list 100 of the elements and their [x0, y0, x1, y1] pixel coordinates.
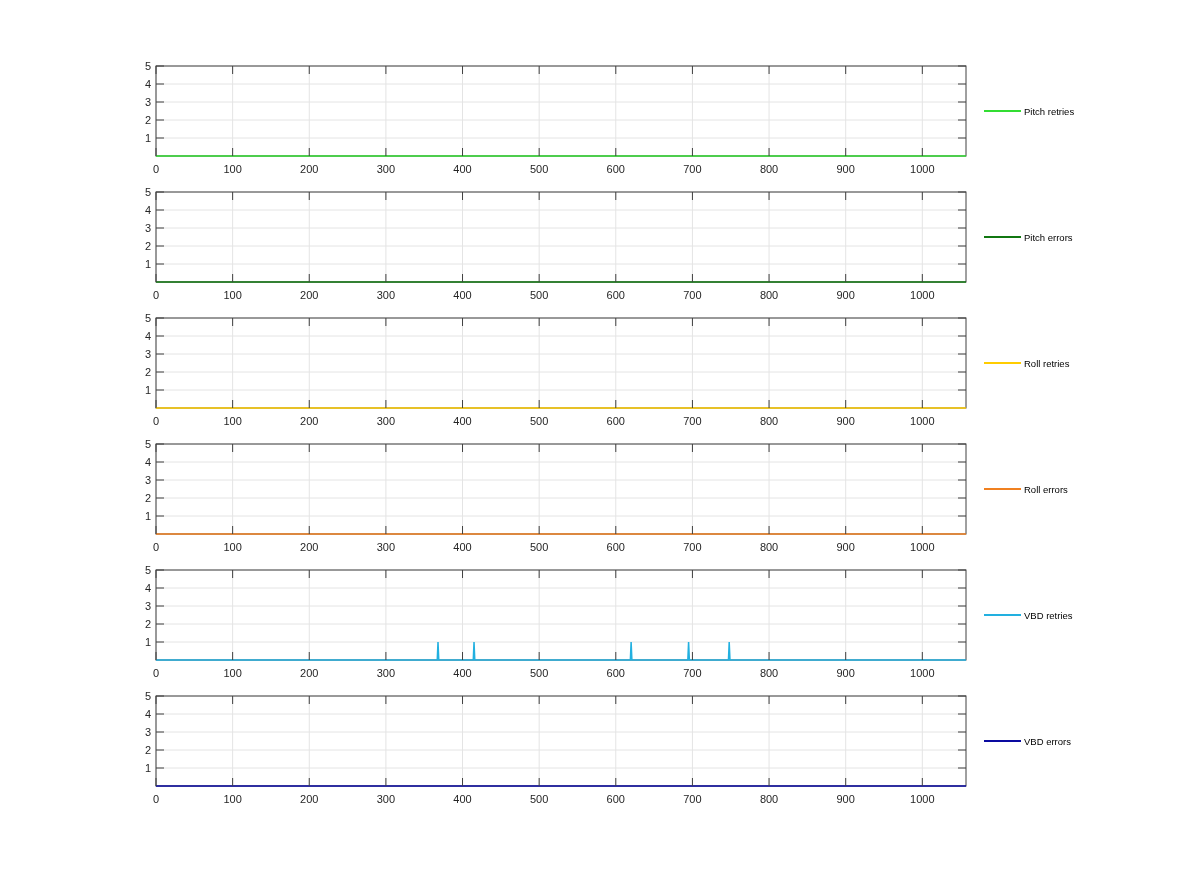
- x-tick-label: 200: [300, 667, 319, 679]
- x-tick-label: 1000: [910, 289, 935, 301]
- legend-label: Roll retries: [1024, 357, 1070, 369]
- x-tick-label: 700: [683, 163, 702, 175]
- x-tick-label: 900: [836, 667, 855, 679]
- x-tick-label: 400: [453, 289, 472, 301]
- x-tick-label: 300: [376, 541, 396, 553]
- x-tick-label: 500: [530, 667, 549, 679]
- y-tick-label: 4: [144, 708, 151, 720]
- x-tick-label: 600: [606, 793, 625, 805]
- x-tick-label: 300: [376, 163, 396, 175]
- x-tick-label: 1000: [910, 541, 935, 553]
- y-tick-label: 5: [144, 60, 151, 72]
- x-tick-label: 200: [300, 541, 319, 553]
- x-tick-label: 500: [530, 541, 549, 553]
- y-tick-label: 5: [144, 690, 151, 702]
- x-tick-label: 700: [683, 289, 702, 301]
- y-tick-label: 3: [144, 222, 151, 234]
- legend-label: Roll errors: [1024, 483, 1068, 495]
- x-tick-label: 100: [223, 667, 242, 679]
- y-tick-label: 5: [144, 438, 151, 450]
- x-tick-label: 900: [836, 163, 855, 175]
- x-tick-label: 300: [376, 289, 396, 301]
- x-tick-label: 400: [453, 667, 472, 679]
- y-tick-label: 2: [144, 744, 151, 756]
- y-tick-label: 4: [144, 582, 151, 594]
- y-tick-label: 3: [144, 474, 151, 486]
- y-tick-label: 4: [144, 204, 151, 216]
- legend-label: Pitch errors: [1024, 231, 1073, 243]
- y-tick-label: 1: [144, 132, 151, 144]
- x-tick-label: 100: [223, 541, 242, 553]
- x-tick-label: 100: [223, 415, 242, 427]
- y-tick-label: 1: [144, 510, 151, 522]
- x-tick-label: 400: [453, 163, 472, 175]
- x-tick-label: 700: [683, 415, 702, 427]
- x-tick-label: 500: [530, 289, 549, 301]
- x-tick-label: 800: [759, 289, 779, 301]
- x-tick-label: 1000: [910, 415, 935, 427]
- x-tick-label: 0: [152, 667, 160, 679]
- x-tick-label: 1000: [910, 793, 935, 805]
- y-tick-label: 2: [144, 618, 151, 630]
- y-tick-label: 3: [144, 96, 151, 108]
- x-tick-label: 600: [606, 415, 625, 427]
- y-tick-label: 4: [144, 78, 151, 90]
- x-tick-label: 500: [530, 793, 549, 805]
- x-tick-label: 900: [836, 415, 855, 427]
- x-tick-label: 800: [759, 793, 779, 805]
- y-tick-label: 2: [144, 366, 151, 378]
- x-tick-label: 200: [300, 289, 319, 301]
- x-tick-label: 200: [300, 415, 319, 427]
- x-tick-label: 600: [606, 163, 625, 175]
- y-tick-label: 3: [144, 348, 151, 360]
- x-tick-label: 0: [152, 289, 160, 301]
- x-tick-label: 400: [453, 793, 472, 805]
- x-tick-label: 100: [223, 793, 242, 805]
- x-tick-label: 700: [683, 667, 702, 679]
- x-tick-label: 800: [759, 667, 779, 679]
- y-tick-label: 1: [144, 636, 151, 648]
- x-tick-label: 0: [152, 793, 160, 805]
- legend-label: VBD retries: [1024, 609, 1073, 621]
- x-tick-label: 900: [836, 541, 855, 553]
- x-tick-label: 300: [376, 793, 396, 805]
- x-tick-label: 900: [836, 793, 855, 805]
- y-tick-label: 5: [144, 564, 151, 576]
- x-tick-label: 300: [376, 667, 396, 679]
- x-tick-label: 700: [683, 793, 702, 805]
- x-tick-label: 700: [683, 541, 702, 553]
- x-tick-label: 100: [223, 289, 242, 301]
- x-tick-label: 400: [453, 541, 472, 553]
- x-tick-label: 200: [300, 163, 319, 175]
- legend-label: VBD errors: [1024, 735, 1071, 747]
- y-tick-label: 5: [144, 312, 151, 324]
- x-tick-label: 900: [836, 289, 855, 301]
- y-tick-label: 1: [144, 258, 151, 270]
- y-tick-label: 5: [144, 186, 151, 198]
- x-tick-label: 100: [223, 163, 242, 175]
- x-tick-label: 1000: [910, 163, 935, 175]
- x-tick-label: 500: [530, 415, 549, 427]
- x-tick-label: 800: [759, 541, 779, 553]
- y-tick-label: 1: [144, 762, 151, 774]
- y-tick-label: 3: [144, 726, 151, 738]
- x-tick-label: 0: [152, 541, 160, 553]
- y-tick-label: 2: [144, 492, 151, 504]
- y-tick-label: 1: [144, 384, 151, 396]
- x-tick-label: 500: [530, 163, 549, 175]
- x-tick-label: 800: [759, 415, 779, 427]
- x-tick-label: 600: [606, 541, 625, 553]
- x-tick-label: 600: [606, 667, 625, 679]
- x-tick-label: 300: [376, 415, 396, 427]
- y-tick-label: 3: [144, 600, 151, 612]
- y-tick-label: 2: [144, 114, 151, 126]
- x-tick-label: 1000: [910, 667, 935, 679]
- y-tick-label: 4: [144, 456, 151, 468]
- x-tick-label: 600: [606, 289, 625, 301]
- x-tick-label: 200: [300, 793, 319, 805]
- y-tick-label: 2: [144, 240, 151, 252]
- legend-label: Pitch retries: [1024, 105, 1075, 117]
- x-tick-label: 0: [152, 163, 160, 175]
- x-tick-label: 0: [152, 415, 160, 427]
- x-tick-label: 800: [759, 163, 779, 175]
